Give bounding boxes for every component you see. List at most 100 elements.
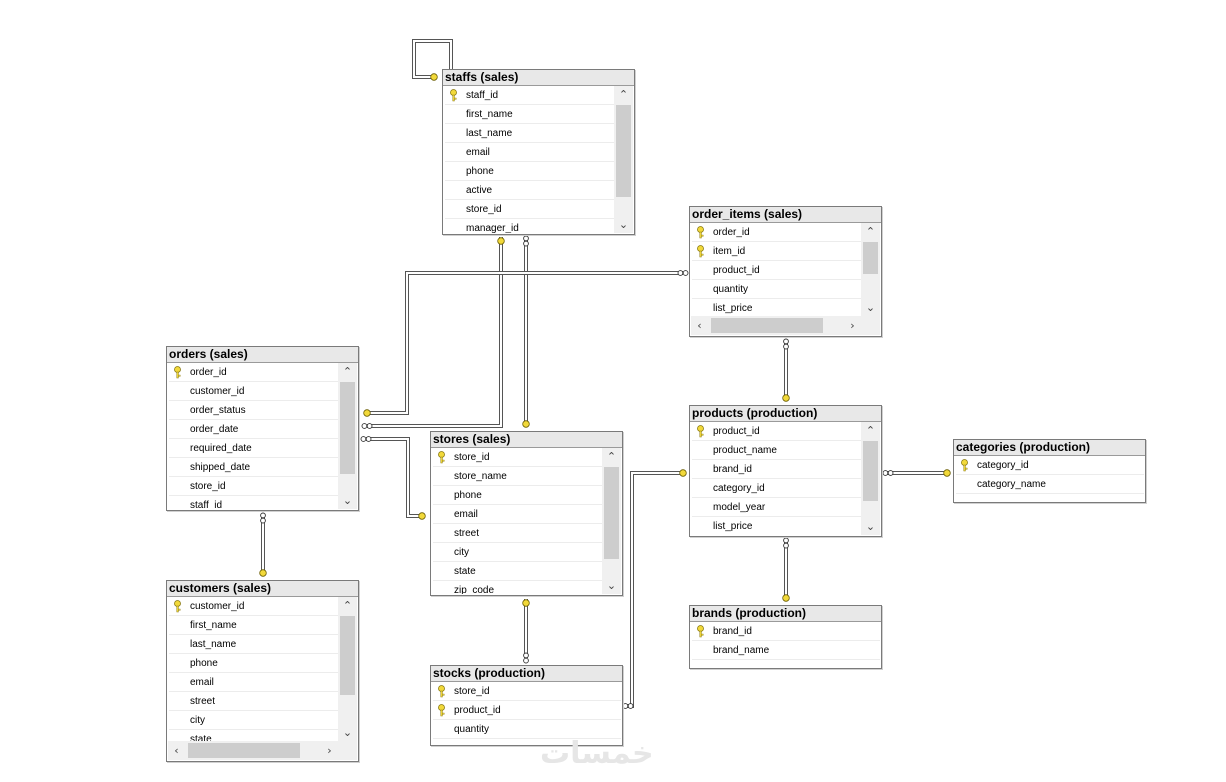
column-row[interactable]: last_name bbox=[445, 124, 614, 143]
table-title[interactable]: customers (sales) bbox=[167, 581, 358, 597]
scroll-left-icon[interactable]: ‹ bbox=[691, 316, 708, 335]
scroll-up-icon[interactable]: ⌃ bbox=[861, 223, 880, 240]
column-row[interactable]: state bbox=[433, 562, 602, 581]
vertical-scrollbar[interactable]: ⌃ ⌄ bbox=[614, 86, 633, 233]
table-title[interactable]: staffs (sales) bbox=[443, 70, 634, 86]
vertical-scrollbar[interactable]: ⌃ ⌄ bbox=[338, 363, 357, 509]
column-row[interactable]: staff_id bbox=[445, 86, 614, 105]
column-row[interactable]: model_year bbox=[692, 498, 861, 517]
scrollbar-thumb[interactable] bbox=[863, 242, 878, 274]
scroll-down-icon[interactable]: ⌄ bbox=[614, 216, 633, 233]
column-row[interactable]: first_name bbox=[169, 616, 338, 635]
scroll-up-icon[interactable]: ⌃ bbox=[338, 597, 357, 614]
column-row[interactable]: first_name bbox=[445, 105, 614, 124]
column-row[interactable]: store_id bbox=[433, 448, 602, 467]
table-products[interactable]: products (production) product_id product_n… bbox=[689, 405, 882, 537]
column-row[interactable]: store_name bbox=[433, 467, 602, 486]
column-row[interactable]: street bbox=[433, 524, 602, 543]
column-row[interactable]: brand_name bbox=[692, 641, 880, 660]
column-row[interactable]: product_id bbox=[692, 422, 861, 441]
scrollbar-thumb[interactable] bbox=[711, 318, 823, 333]
relationship-staffs-orders[interactable] bbox=[367, 237, 503, 428]
scroll-down-icon[interactable]: ⌄ bbox=[861, 299, 880, 316]
column-row[interactable]: brand_id bbox=[692, 622, 880, 641]
table-staffs[interactable]: staffs (sales) staff_id first_name last_nam… bbox=[442, 69, 635, 235]
column-row[interactable]: street bbox=[169, 692, 338, 711]
column-row[interactable]: order_status bbox=[169, 401, 338, 420]
column-row[interactable]: city bbox=[433, 543, 602, 562]
relationship-products-stocks[interactable] bbox=[626, 471, 683, 708]
table-stores[interactable]: stores (sales) store_id store_name phone ema… bbox=[430, 431, 623, 596]
column-row[interactable]: required_date bbox=[169, 439, 338, 458]
scrollbar-thumb[interactable] bbox=[604, 467, 619, 559]
vertical-scrollbar[interactable]: ⌃ ⌄ bbox=[338, 597, 357, 741]
scroll-right-icon[interactable]: › bbox=[321, 741, 338, 760]
column-row[interactable]: store_id bbox=[445, 200, 614, 219]
scroll-down-icon[interactable]: ⌄ bbox=[338, 724, 357, 741]
table-title[interactable]: stores (sales) bbox=[431, 432, 622, 448]
column-row[interactable]: phone bbox=[445, 162, 614, 181]
column-row[interactable]: list_price bbox=[692, 517, 861, 535]
column-row[interactable]: state bbox=[169, 730, 338, 741]
column-row[interactable]: category_id bbox=[692, 479, 861, 498]
column-row[interactable]: phone bbox=[169, 654, 338, 673]
table-title[interactable]: orders (sales) bbox=[167, 347, 358, 363]
table-stocks[interactable]: stocks (production) store_id product_id qua… bbox=[430, 665, 623, 746]
column-row[interactable]: product_id bbox=[433, 701, 621, 720]
column-row[interactable]: city bbox=[169, 711, 338, 730]
column-row[interactable]: category_id bbox=[956, 456, 1144, 475]
column-row[interactable]: item_id bbox=[692, 242, 861, 261]
table-brands[interactable]: brands (production) brand_id brand_name bbox=[689, 605, 882, 669]
table-customers[interactable]: customers (sales) customer_id first_name la… bbox=[166, 580, 359, 762]
scroll-up-icon[interactable]: ⌃ bbox=[861, 422, 880, 439]
table-order-items[interactable]: order_items (sales) order_id item_id produc… bbox=[689, 206, 882, 337]
column-row[interactable]: zip_code bbox=[433, 581, 602, 594]
column-row[interactable]: email bbox=[445, 143, 614, 162]
column-row[interactable]: active bbox=[445, 181, 614, 200]
scroll-up-icon[interactable]: ⌃ bbox=[614, 86, 633, 103]
column-row[interactable]: shipped_date bbox=[169, 458, 338, 477]
table-orders[interactable]: orders (sales) order_id customer_id order_s… bbox=[166, 346, 359, 511]
column-row[interactable]: order_date bbox=[169, 420, 338, 439]
scrollbar-thumb[interactable] bbox=[616, 105, 631, 197]
vertical-scrollbar[interactable]: ⌃ ⌄ bbox=[861, 422, 880, 535]
table-title[interactable]: products (production) bbox=[690, 406, 881, 422]
column-row[interactable]: store_id bbox=[169, 477, 338, 496]
scroll-left-icon[interactable]: ‹ bbox=[168, 741, 185, 760]
column-row[interactable]: customer_id bbox=[169, 597, 338, 616]
column-row[interactable]: store_id bbox=[433, 682, 621, 701]
column-row[interactable]: email bbox=[169, 673, 338, 692]
column-row[interactable]: manager_id bbox=[445, 219, 614, 233]
table-title[interactable]: order_items (sales) bbox=[690, 207, 881, 223]
scroll-right-icon[interactable]: › bbox=[844, 316, 861, 335]
scroll-up-icon[interactable]: ⌃ bbox=[338, 363, 357, 380]
column-row[interactable]: list_price bbox=[692, 299, 861, 316]
table-categories[interactable]: categories (production) category_id catego… bbox=[953, 439, 1146, 503]
column-row[interactable]: last_name bbox=[169, 635, 338, 654]
column-row[interactable]: phone bbox=[433, 486, 602, 505]
column-row[interactable]: order_id bbox=[692, 223, 861, 242]
column-row[interactable]: quantity bbox=[692, 280, 861, 299]
table-title[interactable]: stocks (production) bbox=[431, 666, 622, 682]
table-title[interactable]: brands (production) bbox=[690, 606, 881, 622]
relationship-stores-orders[interactable] bbox=[366, 437, 424, 518]
column-row[interactable]: category_name bbox=[956, 475, 1144, 494]
scrollbar-thumb[interactable] bbox=[340, 382, 355, 474]
scrollbar-thumb[interactable] bbox=[863, 441, 878, 501]
scrollbar-thumb[interactable] bbox=[340, 616, 355, 695]
scrollbar-thumb[interactable] bbox=[188, 743, 300, 758]
scroll-up-icon[interactable]: ⌃ bbox=[602, 448, 621, 465]
horizontal-scrollbar[interactable]: ‹ › bbox=[691, 316, 880, 335]
vertical-scrollbar[interactable]: ⌃ ⌄ bbox=[861, 223, 880, 316]
column-row[interactable]: customer_id bbox=[169, 382, 338, 401]
column-row[interactable]: brand_id bbox=[692, 460, 861, 479]
column-row[interactable]: product_id bbox=[692, 261, 861, 280]
column-row[interactable]: product_name bbox=[692, 441, 861, 460]
scroll-down-icon[interactable]: ⌄ bbox=[861, 518, 880, 535]
column-row[interactable]: order_id bbox=[169, 363, 338, 382]
column-row[interactable]: staff_id bbox=[169, 496, 338, 509]
scroll-down-icon[interactable]: ⌄ bbox=[338, 492, 357, 509]
scroll-down-icon[interactable]: ⌄ bbox=[602, 577, 621, 594]
vertical-scrollbar[interactable]: ⌃ ⌄ bbox=[602, 448, 621, 594]
table-title[interactable]: categories (production) bbox=[954, 440, 1145, 456]
